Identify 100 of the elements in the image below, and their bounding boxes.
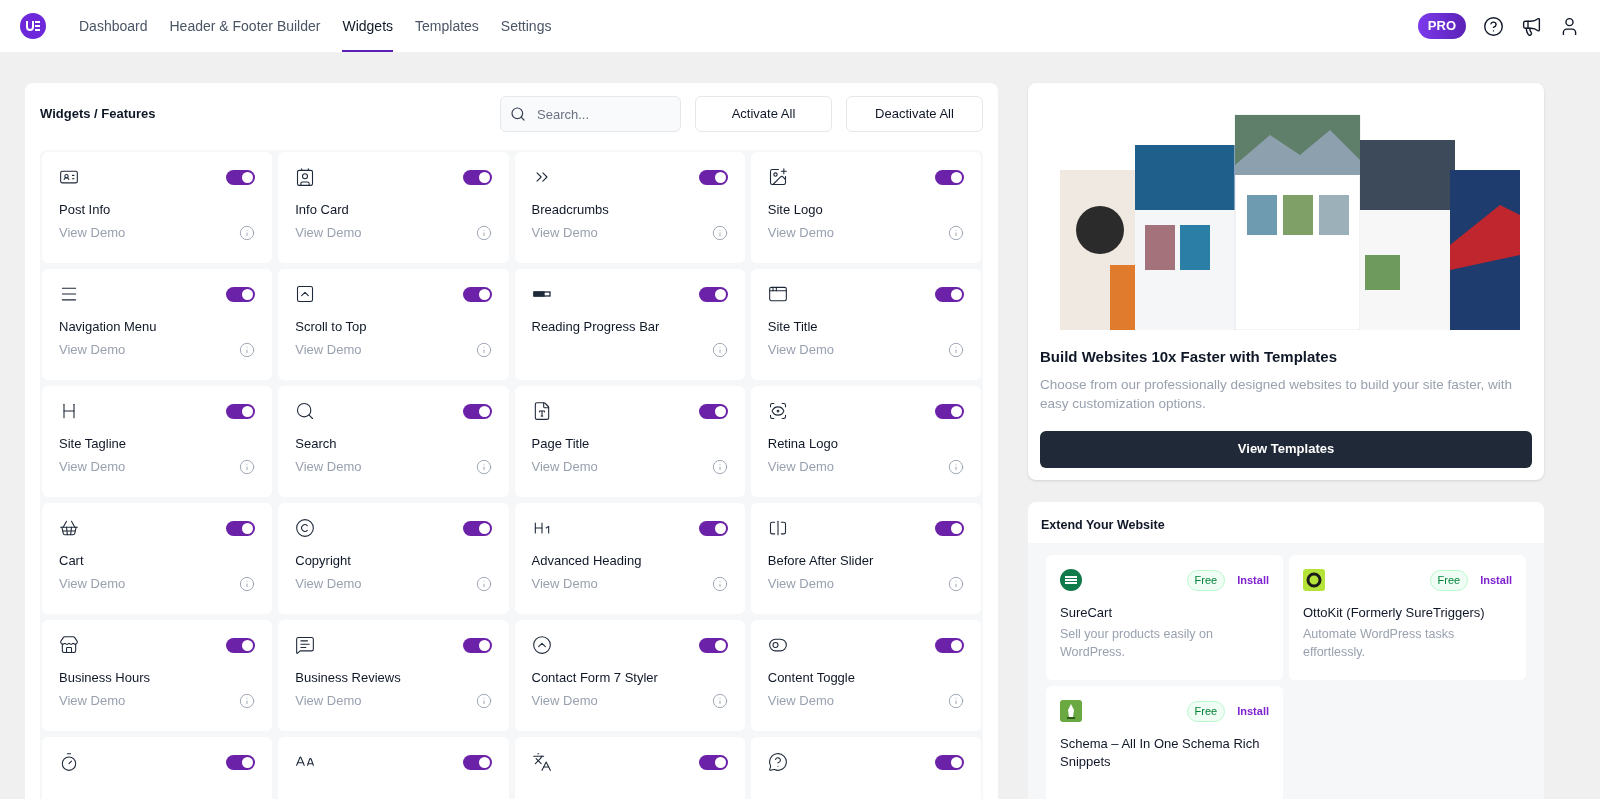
install-link[interactable]: Install: [1480, 572, 1512, 589]
plugin-description: Sell your products easily on WordPress.: [1060, 626, 1214, 662]
bulk-action-button[interactable]: Activate All: [695, 96, 832, 132]
panel-title: Widgets / Features: [40, 105, 156, 124]
toggle-switch[interactable]: [462, 403, 492, 419]
free-badge: Free: [1429, 570, 1469, 591]
toggle-switch[interactable]: [935, 286, 964, 302]
plugin-name: SureCart: [1060, 604, 1114, 623]
copyright-icon: [295, 518, 316, 538]
toggle-switch[interactable]: [935, 754, 964, 770]
toggle-switch[interactable]: [462, 637, 492, 653]
plugin-logo: [1060, 700, 1082, 723]
toggle-switch[interactable]: [462, 520, 492, 536]
nav-tab[interactable]: Templates: [415, 0, 479, 52]
toggle-switch[interactable]: [226, 520, 256, 536]
nav-tab[interactable]: Header & Footer Builder: [169, 0, 321, 52]
view-demo-link[interactable]: View Demo: [531, 457, 598, 477]
eye-icon: [767, 401, 788, 421]
templates-description: Choose from our professionally designed websites to build your site faster, with easy customization options.: [1040, 375, 1513, 413]
view-demo-link[interactable]: View Demo: [767, 691, 834, 711]
widget-name: Search: [295, 435, 338, 453]
search-icon: [295, 401, 316, 421]
widget-name: Scroll to Top: [295, 318, 368, 336]
toggle-switch[interactable]: [226, 754, 256, 770]
free-badge: Free: [1186, 570, 1226, 591]
view-demo-link[interactable]: View Demo: [59, 340, 126, 360]
extend-title: Extend Your Website: [1040, 516, 1166, 534]
toggle-switch[interactable]: [698, 637, 728, 653]
megaphone-icon[interactable]: [1521, 15, 1542, 37]
message-icon: [295, 635, 316, 655]
widget-name: Info Card: [295, 201, 350, 219]
view-demo-link[interactable]: View Demo: [59, 223, 126, 243]
view-demo-link[interactable]: View Demo: [295, 457, 362, 477]
widget-name: Content Toggle: [767, 669, 856, 687]
install-link[interactable]: Install: [1237, 703, 1269, 720]
widget-name: Post Info: [59, 201, 112, 219]
toggle-switch[interactable]: [935, 403, 964, 419]
toggle-switch[interactable]: [226, 403, 256, 419]
widget-name: Site Logo: [767, 201, 824, 219]
plugin-logo: [1060, 569, 1082, 592]
view-demo-link[interactable]: View Demo: [295, 223, 362, 243]
toggle-switch[interactable]: [698, 403, 728, 419]
toggle-switch[interactable]: [462, 286, 492, 302]
install-link[interactable]: Install: [1237, 572, 1269, 589]
view-demo-link[interactable]: View Demo: [767, 223, 834, 243]
chat-question-icon: [767, 752, 788, 772]
free-badge: Free: [1186, 701, 1226, 722]
toggle-switch[interactable]: [226, 637, 256, 653]
view-demo-link[interactable]: View Demo: [59, 457, 126, 477]
plugin-name: Schema – All In One Schema Rich Snippets: [1060, 735, 1261, 772]
toggle-switch[interactable]: [462, 169, 492, 185]
toggle-switch[interactable]: [935, 637, 964, 653]
widget-name: Before After Slider: [767, 552, 875, 570]
widget-name: Advanced Heading: [531, 552, 643, 570]
search-icon: [510, 106, 526, 122]
logo-icon: [20, 13, 46, 39]
view-demo-link[interactable]: View Demo: [531, 223, 598, 243]
nav-tab[interactable]: Dashboard: [79, 0, 148, 52]
view-demo-link[interactable]: View Demo: [59, 691, 126, 711]
view-demo-link[interactable]: View Demo: [295, 574, 362, 594]
split-image-icon: [767, 518, 788, 538]
view-demo-link[interactable]: View Demo: [767, 457, 834, 477]
widget-name: Retina Logo: [767, 435, 839, 453]
view-demo-link[interactable]: View Demo: [531, 574, 598, 594]
window-icon: [767, 284, 788, 304]
view-demo-link[interactable]: View Demo: [295, 691, 362, 711]
widget-name: Contact Form 7 Styler: [531, 669, 659, 687]
search-field[interactable]: Search...: [500, 96, 681, 132]
view-demo-link[interactable]: View Demo: [767, 340, 834, 360]
view-demo-link[interactable]: View Demo: [295, 340, 362, 360]
toggle-switch[interactable]: [462, 754, 492, 770]
nav-tab[interactable]: Widgets: [342, 0, 394, 52]
view-demo-link[interactable]: View Demo: [59, 574, 126, 594]
plugin-name: OttoKit (Formerly SureTriggers): [1303, 604, 1486, 623]
help-icon[interactable]: [1483, 15, 1504, 37]
toggle-switch[interactable]: [226, 286, 256, 302]
toggle-switch[interactable]: [698, 169, 728, 185]
widget-name: Copyright: [295, 552, 352, 570]
bulk-action-button[interactable]: Deactivate All: [846, 96, 983, 132]
toggle-switch[interactable]: [698, 754, 728, 770]
toggle-switch[interactable]: [935, 169, 964, 185]
widget-name: Site Title: [767, 318, 819, 336]
pro-badge: PRO: [1417, 13, 1466, 39]
widget-name: Business Hours: [59, 669, 152, 687]
toggle-switch[interactable]: [935, 520, 964, 536]
plugin-logo: [1303, 569, 1325, 592]
widget-name: Page Title: [531, 435, 591, 453]
store-icon: [59, 635, 79, 655]
toggle-switch[interactable]: [226, 169, 256, 185]
nav-tab[interactable]: Settings: [500, 0, 552, 52]
view-demo-link[interactable]: View Demo: [531, 691, 598, 711]
circle-chevron-icon: [531, 635, 552, 655]
toggle-switch[interactable]: [698, 520, 728, 536]
plugin-description: Automate WordPress tasks effortlessly.: [1303, 626, 1456, 662]
timer-icon: [59, 752, 79, 772]
widget-name: Navigation Menu: [59, 318, 158, 336]
typography-icon: [531, 752, 552, 772]
view-demo-link[interactable]: View Demo: [767, 574, 834, 594]
toggle-switch[interactable]: [698, 286, 728, 302]
view-templates-button[interactable]: View Templates: [1040, 430, 1532, 468]
